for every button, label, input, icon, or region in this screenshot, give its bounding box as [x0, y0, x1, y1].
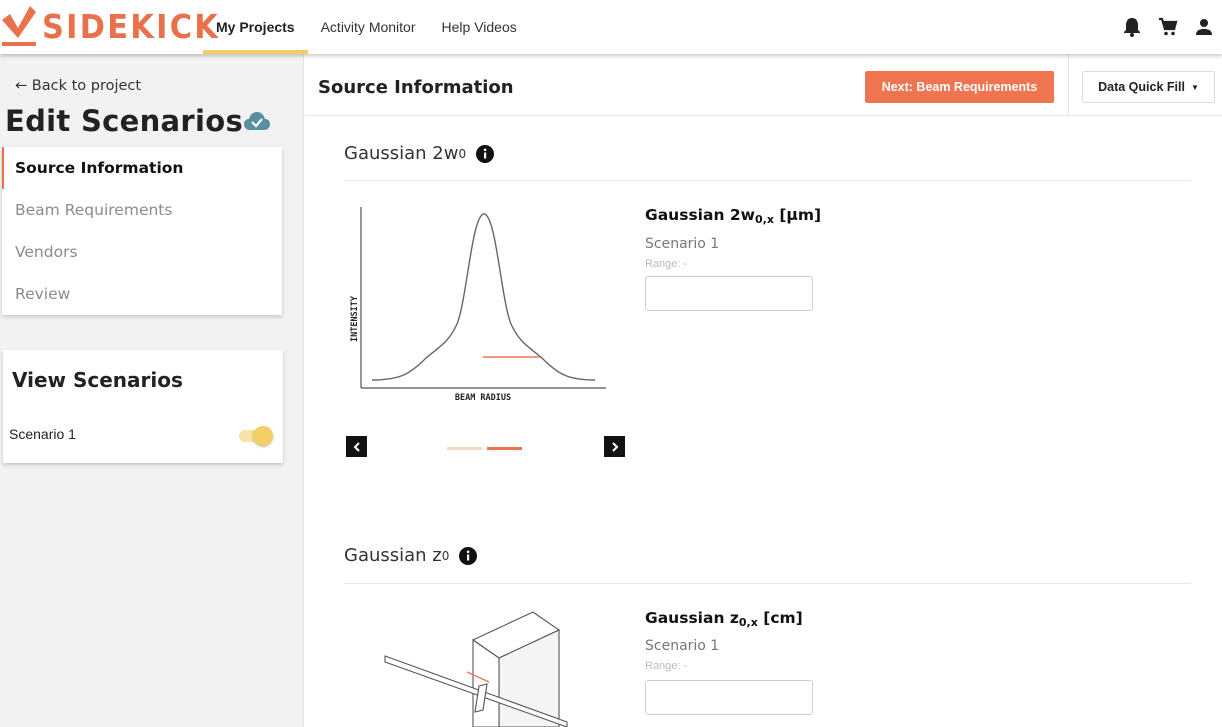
- cloud-saved-icon: [243, 111, 271, 136]
- chevron-right-icon: [611, 441, 618, 452]
- page-title: Edit Scenarios: [5, 104, 244, 138]
- step-source-information[interactable]: Source Information: [2, 147, 282, 189]
- section-divider: [344, 583, 1191, 584]
- left-sidebar: ← Back to project Edit Scenarios Source …: [0, 54, 304, 727]
- nav-help-videos[interactable]: Help Videos: [429, 0, 530, 54]
- caret-down-icon: ▼: [1190, 82, 1199, 92]
- field-range-label: Range: -: [645, 258, 688, 270]
- y-axis-label: INTENSITY: [350, 295, 360, 342]
- scenario-1-toggle[interactable]: [237, 426, 273, 446]
- gaussian-plot-illustration: INTENSITY BEAM RADIUS: [350, 207, 606, 403]
- field-label-text: Gaussian z: [645, 609, 739, 627]
- field-scenario-label: Scenario 1: [645, 236, 720, 252]
- toggle-knob: [253, 426, 273, 446]
- field-scenario-label: Scenario 1: [645, 638, 720, 654]
- step-vendors[interactable]: Vendors: [2, 231, 282, 273]
- data-quick-fill-label: Data Quick Fill: [1098, 80, 1185, 94]
- section-divider: [344, 180, 1191, 181]
- field-label-sub: 0,x: [738, 616, 758, 629]
- section-title-gaussian-2w0: Gaussian 2w 0: [344, 143, 495, 164]
- field-label-sub: 0,x: [754, 213, 774, 226]
- step-beam-requirements[interactable]: Beam Requirements: [2, 189, 282, 231]
- section-title-text: Gaussian 2w: [344, 143, 459, 164]
- section-title-sub: 0: [441, 548, 450, 563]
- carousel-dot-2[interactable]: [487, 447, 522, 450]
- main-nav: My Projects Activity Monitor Help Videos: [203, 0, 530, 54]
- bell-icon[interactable]: [1114, 16, 1150, 38]
- cart-icon[interactable]: [1150, 16, 1186, 38]
- field-unit: [cm]: [763, 609, 803, 627]
- section-title-text: Gaussian z: [344, 545, 442, 566]
- step-review[interactable]: Review: [2, 273, 282, 315]
- main-content: Source Information Next: Beam Requiremen…: [305, 54, 1222, 727]
- user-icon[interactable]: [1186, 16, 1222, 38]
- section-title-gaussian-z0: Gaussian z0: [344, 545, 478, 566]
- brand-name: SIDEKICK: [42, 6, 221, 46]
- field-label-text: Gaussian 2w: [645, 206, 755, 224]
- beam-optics-illustration: [384, 611, 568, 727]
- info-icon[interactable]: [459, 546, 478, 565]
- header-divider: [1068, 54, 1069, 116]
- section-title-sub: 0: [458, 146, 467, 161]
- carousel-dot-1[interactable]: [447, 447, 482, 450]
- chevron-left-icon: [353, 441, 360, 452]
- nav-activity-monitor[interactable]: Activity Monitor: [308, 0, 429, 54]
- gaussian-2w0x-input[interactable]: [645, 276, 813, 311]
- info-icon[interactable]: [476, 144, 495, 163]
- top-icons: [1114, 16, 1222, 38]
- nav-my-projects[interactable]: My Projects: [203, 0, 308, 54]
- carousel-next-button[interactable]: [604, 436, 625, 457]
- view-scenarios-card: View Scenarios Scenario 1: [3, 350, 283, 463]
- x-axis-label: BEAM RADIUS: [455, 393, 511, 403]
- section-page-title: Source Information: [318, 77, 514, 98]
- field-label-gaussian-2w0x: Gaussian 2w0,x [μm]: [645, 206, 821, 226]
- data-quick-fill-button[interactable]: Data Quick Fill ▼: [1082, 71, 1215, 103]
- carousel-prev-button[interactable]: [346, 436, 367, 457]
- checkmark-logo-icon: [2, 6, 36, 46]
- field-label-gaussian-z0x: Gaussian z0,x [cm]: [645, 609, 803, 629]
- top-navigation: SIDEKICK My Projects Activity Monitor He…: [0, 0, 1222, 54]
- field-unit: [μm]: [779, 206, 822, 224]
- field-range-label: Range: -: [645, 660, 688, 672]
- view-scenarios-title: View Scenarios: [12, 368, 183, 392]
- gaussian-z0x-input[interactable]: [645, 680, 813, 715]
- scenario-label: Scenario 1: [9, 426, 76, 442]
- sidekick-logo[interactable]: SIDEKICK: [2, 6, 236, 46]
- next-beam-requirements-button[interactable]: Next: Beam Requirements: [865, 71, 1054, 103]
- steps-card: Source Information Beam Requirements Ven…: [2, 147, 282, 315]
- main-header: Source Information Next: Beam Requiremen…: [305, 54, 1222, 116]
- back-to-project-link[interactable]: ← Back to project: [15, 78, 141, 94]
